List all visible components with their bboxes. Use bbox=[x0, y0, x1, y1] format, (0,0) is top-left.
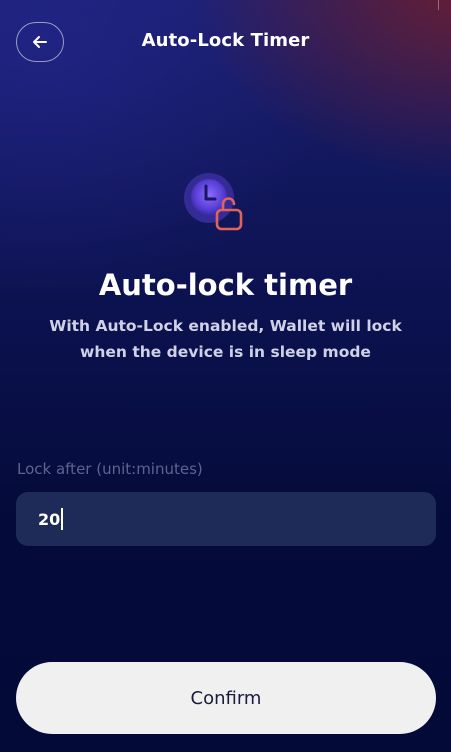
auto-lock-timer-screen: Auto-Lock Timer Auto-lock timer With Aut… bbox=[0, 0, 451, 752]
window-edge-divider bbox=[438, 0, 439, 10]
clock-unlock-icon bbox=[184, 173, 243, 231]
lock-after-value[interactable]: 20 bbox=[38, 510, 60, 529]
lock-after-input[interactable]: 20 bbox=[38, 508, 63, 530]
hero-title: Auto-lock timer bbox=[98, 268, 353, 302]
lock-after-field[interactable]: 20 bbox=[16, 492, 436, 546]
page-title: Auto-Lock Timer bbox=[141, 30, 310, 51]
text-caret bbox=[61, 508, 63, 530]
lock-after-label: Lock after (unit:minutes) bbox=[17, 460, 203, 478]
hero-description: With Auto-Lock enabled, Wallet will lock… bbox=[49, 317, 402, 361]
confirm-button[interactable]: Confirm bbox=[16, 662, 436, 734]
